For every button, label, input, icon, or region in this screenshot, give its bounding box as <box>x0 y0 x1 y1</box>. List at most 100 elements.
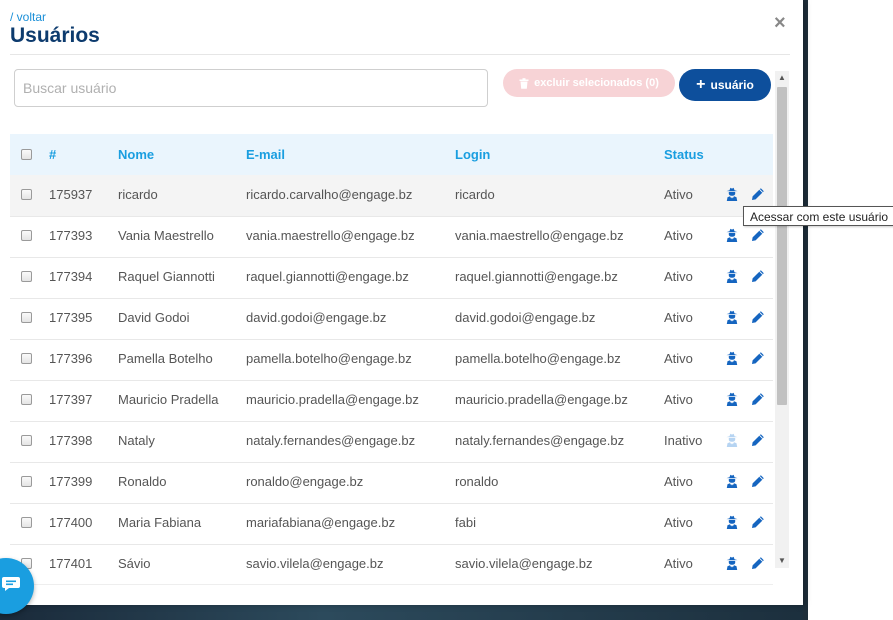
table-header: # Nome E-mail Login Status <box>10 134 773 175</box>
user-status: Ativo <box>664 392 693 407</box>
user-email: vania.maestrello@engage.bz <box>246 228 415 243</box>
user-secret-icon[interactable] <box>725 433 739 447</box>
add-user-button[interactable]: + usuário <box>679 69 771 101</box>
user-secret-icon[interactable] <box>725 474 739 488</box>
user-secret-icon[interactable] <box>725 392 739 406</box>
impersonate-tooltip: Acessar com este usuário <box>743 206 893 226</box>
user-status: Ativo <box>664 269 693 284</box>
user-secret-icon[interactable] <box>725 310 739 324</box>
user-status: Ativo <box>664 351 693 366</box>
delete-selected-button[interactable]: excluir selecionados (0) <box>503 69 675 97</box>
user-name: ricardo <box>118 187 158 202</box>
user-email: mariafabiana@engage.bz <box>246 515 396 530</box>
user-name: Maria Fabiana <box>118 515 202 530</box>
user-name: Pamella Botelho <box>118 351 213 366</box>
user-email: savio.vilela@engage.bz <box>246 556 384 571</box>
table-row[interactable]: 177399 Ronaldo ronaldo@engage.bz ronaldo Ati… <box>10 462 773 504</box>
table-row[interactable]: 177397 Mauricio Pradella mauricio.pradella… <box>10 380 773 422</box>
table-row[interactable]: 177398 Nataly nataly.fernandes@engage.bz na… <box>10 421 773 463</box>
row-select-checkbox[interactable] <box>21 476 32 487</box>
user-login: fabi <box>455 515 476 530</box>
user-secret-icon[interactable] <box>725 228 739 242</box>
plus-icon: + <box>696 76 706 93</box>
row-select-checkbox[interactable] <box>21 353 32 364</box>
user-name: Nataly <box>118 433 155 448</box>
user-email: ricardo.carvalho@engage.bz <box>246 187 413 202</box>
table-row[interactable]: 177395 David Godoi david.godoi@engage.bz da… <box>10 298 773 340</box>
delete-selected-label: excluir selecionados (0) <box>534 77 659 89</box>
search-input[interactable] <box>14 69 488 107</box>
pencil-icon[interactable] <box>751 269 765 283</box>
pencil-icon[interactable] <box>751 351 765 365</box>
row-select-checkbox[interactable] <box>21 435 32 446</box>
scroll-down-arrow-icon[interactable]: ▼ <box>775 554 789 568</box>
row-select-checkbox[interactable] <box>21 517 32 528</box>
user-name: Sávio <box>118 556 151 571</box>
column-header-status[interactable]: Status <box>664 147 704 162</box>
scrollbar-thumb[interactable] <box>777 87 787 405</box>
scroll-up-arrow-icon[interactable]: ▲ <box>775 71 789 85</box>
column-header-id[interactable]: # <box>49 147 56 162</box>
user-login: savio.vilela@engage.bz <box>455 556 593 571</box>
select-all-checkbox[interactable] <box>21 149 32 160</box>
trash-icon <box>519 77 529 89</box>
user-login: pamella.botelho@engage.bz <box>455 351 621 366</box>
table-row[interactable]: 177401 Sávio savio.vilela@engage.bz savio.v… <box>10 544 773 584</box>
user-secret-icon[interactable] <box>725 269 739 283</box>
users-table: # Nome E-mail Login Status 175937 ricardo… <box>10 134 773 584</box>
user-name: David Godoi <box>118 310 190 325</box>
table-scrollbar[interactable]: ▲ ▼ <box>775 71 789 568</box>
user-status: Ativo <box>664 556 693 571</box>
pencil-icon[interactable] <box>751 228 765 242</box>
table-row[interactable]: 177396 Pamella Botelho pamella.botelho@eng… <box>10 339 773 381</box>
table-row[interactable]: 177394 Raquel Giannotti raquel.giannotti@e… <box>10 257 773 299</box>
back-link[interactable]: / voltar <box>10 10 46 24</box>
user-secret-icon[interactable] <box>725 556 739 570</box>
user-id: 177400 <box>49 515 93 530</box>
row-select-checkbox[interactable] <box>21 312 32 323</box>
chat-icon <box>2 577 20 591</box>
row-select-checkbox[interactable] <box>21 230 32 241</box>
user-id: 177396 <box>49 351 93 366</box>
user-email: raquel.giannotti@engage.bz <box>246 269 409 284</box>
table-row[interactable]: 177393 Vania Maestrello vania.maestrello@e… <box>10 216 773 258</box>
user-status: Inativo <box>664 433 703 448</box>
user-secret-icon[interactable] <box>725 515 739 529</box>
pencil-icon[interactable] <box>751 433 765 447</box>
pencil-icon[interactable] <box>751 310 765 324</box>
row-select-checkbox[interactable] <box>21 394 32 405</box>
users-modal: / voltar Usuários × excluir selecionados… <box>0 0 893 605</box>
pencil-icon[interactable] <box>751 515 765 529</box>
pencil-icon[interactable] <box>751 392 765 406</box>
pencil-icon[interactable] <box>751 187 765 201</box>
table-bottom-divider <box>10 584 773 585</box>
column-header-email[interactable]: E-mail <box>246 147 285 162</box>
table-row[interactable]: 175937 ricardo ricardo.carvalho@engage.bz r… <box>10 175 773 217</box>
user-login: raquel.giannotti@engage.bz <box>455 269 618 284</box>
pencil-icon[interactable] <box>751 556 765 570</box>
user-email: nataly.fernandes@engage.bz <box>246 433 416 448</box>
user-secret-icon[interactable] <box>725 187 739 201</box>
row-select-checkbox[interactable] <box>21 189 32 200</box>
user-secret-icon[interactable] <box>725 351 739 365</box>
row-select-checkbox[interactable] <box>21 271 32 282</box>
user-id: 177399 <box>49 474 93 489</box>
user-name: Vania Maestrello <box>118 228 214 243</box>
user-status: Ativo <box>664 515 693 530</box>
user-id: 177395 <box>49 310 93 325</box>
pencil-icon[interactable] <box>751 474 765 488</box>
add-user-label: usuário <box>710 78 754 92</box>
user-status: Ativo <box>664 474 693 489</box>
user-name: Raquel Giannotti <box>118 269 215 284</box>
close-icon[interactable]: × <box>774 12 786 35</box>
user-name: Mauricio Pradella <box>118 392 219 407</box>
column-header-name[interactable]: Nome <box>118 147 154 162</box>
user-status: Ativo <box>664 228 693 243</box>
user-login: david.godoi@engage.bz <box>455 310 596 325</box>
column-header-login[interactable]: Login <box>455 147 490 162</box>
table-row[interactable]: 177400 Maria Fabiana mariafabiana@engage.b… <box>10 503 773 545</box>
user-email: pamella.botelho@engage.bz <box>246 351 412 366</box>
background-edge-strip <box>803 0 808 620</box>
user-email: david.godoi@engage.bz <box>246 310 387 325</box>
user-id: 177397 <box>49 392 93 407</box>
